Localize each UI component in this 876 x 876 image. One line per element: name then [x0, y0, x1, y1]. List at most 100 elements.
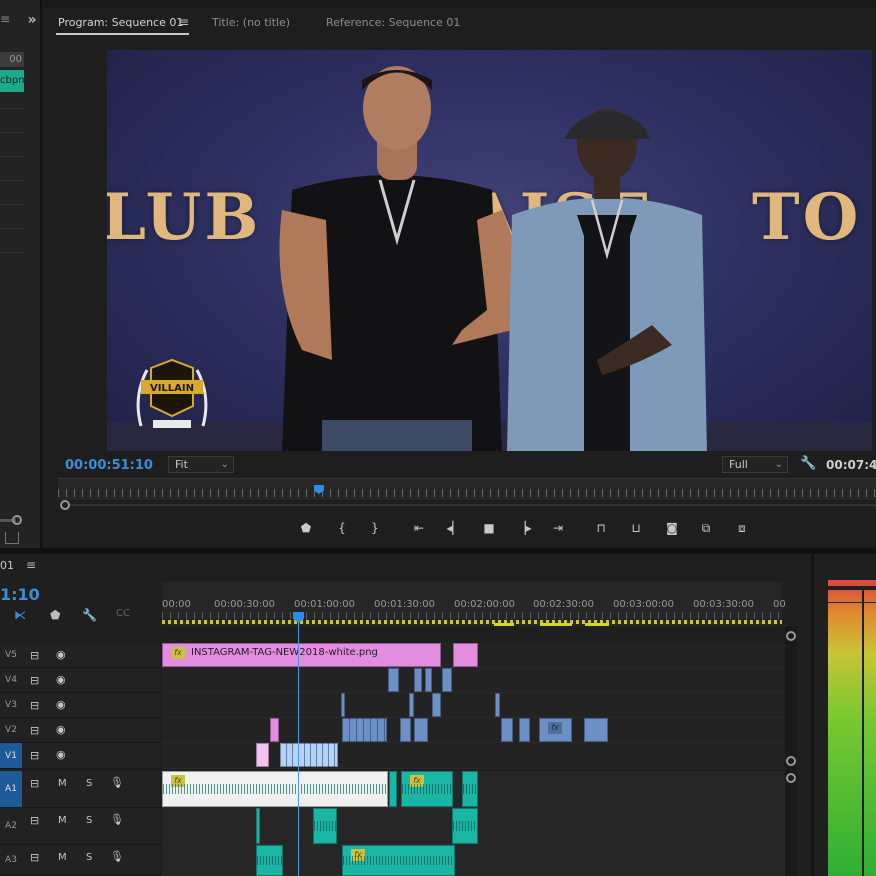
track-header-v3[interactable]: V3 ⊟ ◉ [0, 693, 160, 718]
clip-v2[interactable] [501, 718, 513, 742]
audio-peak-indicator[interactable] [828, 580, 876, 586]
clip-v1-group[interactable] [280, 743, 338, 767]
go-to-out-icon[interactable]: ⇥ [549, 520, 567, 536]
eye-icon[interactable]: ◉ [56, 648, 66, 661]
clip-v2[interactable] [584, 718, 608, 742]
eye-icon[interactable]: ◉ [56, 748, 66, 761]
clip-v3[interactable] [409, 693, 414, 717]
microphone-icon[interactable]: 🎙 [110, 776, 124, 789]
add-marker-icon[interactable]: ⬟ [297, 520, 315, 536]
solo-button[interactable]: S [86, 815, 92, 826]
clip-a2[interactable] [313, 808, 337, 844]
track-label[interactable]: V1 [0, 743, 22, 768]
clip-a3[interactable] [256, 845, 283, 876]
zoom-level-dropdown[interactable]: Fit ⌄ [168, 456, 234, 473]
track-label[interactable]: V3 [0, 693, 22, 717]
clip-a3-fx[interactable]: fx [342, 845, 455, 876]
clip-v5[interactable] [453, 643, 478, 667]
clip-v2[interactable] [270, 718, 279, 742]
track-header-a1[interactable]: A1 ⊟ M S 🎙 [0, 771, 160, 808]
sync-lock-icon[interactable]: ⊟ [30, 851, 39, 864]
clip-a1[interactable] [389, 771, 397, 807]
sync-lock-icon[interactable]: ⊟ [30, 649, 39, 662]
project-panel-menu-icon[interactable]: ≡ [0, 12, 10, 30]
clip-v2-fx[interactable]: fx [539, 718, 572, 742]
playback-resolution-dropdown[interactable]: Full ⌄ [722, 456, 788, 473]
program-current-timecode[interactable]: 00:00:51:10 [65, 458, 153, 473]
clip-v1[interactable] [256, 743, 269, 767]
lift-icon[interactable]: ⊓ [592, 520, 610, 536]
sync-lock-icon[interactable]: ⊟ [30, 749, 39, 762]
clip-v4[interactable] [388, 668, 399, 692]
microphone-icon[interactable]: 🎙 [110, 813, 124, 826]
project-time-field[interactable]: 00 [0, 52, 24, 67]
timeline-settings-wrench-icon[interactable]: 🔧 [82, 608, 97, 622]
program-zoom-scrollbar[interactable] [70, 504, 876, 506]
track-lane-v2[interactable] [162, 718, 785, 743]
clip-a1[interactable] [462, 771, 478, 807]
track-label[interactable]: V5 [0, 643, 22, 667]
track-label[interactable]: A1 [0, 771, 22, 807]
clip-a1-fx[interactable]: fx [401, 771, 453, 807]
clip-v4[interactable] [425, 668, 432, 692]
mute-button[interactable]: M [58, 815, 67, 826]
track-lane-v4[interactable] [162, 668, 785, 693]
clip-a2[interactable] [256, 808, 260, 844]
track-lane-v3[interactable] [162, 693, 785, 718]
clip-v5-instagram-tag[interactable]: fx INSTAGRAM-TAG-NEW2018-white.png [162, 643, 441, 667]
track-header-v4[interactable]: V4 ⊟ ◉ [0, 668, 160, 693]
timeline-menu-icon[interactable]: ≡ [26, 558, 36, 572]
mute-button[interactable]: M [58, 778, 67, 789]
clip-v2[interactable] [519, 718, 530, 742]
track-label[interactable]: V4 [0, 668, 22, 692]
tab-menu-icon[interactable]: ≡ [179, 15, 189, 29]
track-header-v1[interactable]: V1 ⊟ ◉ [0, 743, 160, 769]
clip-v3[interactable] [341, 693, 345, 717]
program-video-frame[interactable]: LUB AISE TO VILLAIN [107, 50, 872, 451]
export-frame-icon[interactable]: ◙ [663, 520, 681, 536]
solo-button[interactable]: S [86, 852, 92, 863]
sync-lock-icon[interactable]: ⊟ [30, 814, 39, 827]
track-label[interactable]: V2 [0, 718, 22, 742]
comparison-view-icon[interactable]: ⧉ [697, 520, 715, 536]
clip-a2[interactable] [452, 808, 478, 844]
extract-icon[interactable]: ⊔ [627, 520, 645, 536]
tab-title[interactable]: Title: (no title) [212, 16, 290, 34]
sync-lock-icon[interactable]: ⊟ [30, 777, 39, 790]
mark-out-icon[interactable]: } [366, 520, 384, 536]
clip-v3[interactable] [495, 693, 500, 717]
track-label[interactable]: A3 [0, 845, 22, 875]
step-forward-icon[interactable]: ▕▸ [515, 520, 533, 536]
eye-icon[interactable]: ◉ [56, 723, 66, 736]
timeline-vertical-scrollbar[interactable] [785, 626, 797, 876]
track-header-v5[interactable]: V5 ⊟ ◉ [0, 643, 160, 668]
clip-v4[interactable] [414, 668, 422, 692]
clip-v4[interactable] [442, 668, 452, 692]
snap-icon[interactable]: ⧔ [14, 608, 26, 622]
go-to-in-icon[interactable]: ⇤ [410, 520, 428, 536]
timeline-sequence-tab[interactable]: 01 [0, 559, 14, 572]
tab-reference[interactable]: Reference: Sequence 01 [326, 16, 460, 34]
microphone-icon[interactable]: 🎙 [110, 850, 124, 863]
project-zoom-knob[interactable] [12, 515, 22, 525]
clip-v2[interactable] [400, 718, 411, 742]
new-item-icon[interactable] [5, 532, 19, 544]
clip-v2[interactable] [414, 718, 428, 742]
video-tracks-scroll-knob[interactable] [786, 631, 796, 641]
sync-lock-icon[interactable]: ⊟ [30, 699, 39, 712]
track-label[interactable]: A2 [0, 808, 22, 844]
timeline-current-timecode[interactable]: 1:10 [0, 585, 40, 604]
add-marker-icon[interactable]: ⬟ [50, 608, 60, 622]
stop-icon[interactable]: ■ [480, 520, 498, 536]
tab-program-sequence[interactable]: Program: Sequence 01 [58, 16, 183, 34]
clip-v2-group[interactable] [342, 718, 387, 742]
audio-tracks-scroll-knob[interactable] [786, 773, 796, 783]
eye-icon[interactable]: ◉ [56, 673, 66, 686]
track-header-v2[interactable]: V2 ⊟ ◉ [0, 718, 160, 743]
mute-button[interactable]: M [58, 852, 67, 863]
mark-in-icon[interactable]: { [333, 520, 351, 536]
expand-panels-icon[interactable]: » [24, 12, 40, 28]
solo-button[interactable]: S [86, 778, 92, 789]
step-back-icon[interactable]: ◂▏ [445, 520, 463, 536]
track-header-a3[interactable]: A3 ⊟ M S 🎙 [0, 845, 160, 876]
